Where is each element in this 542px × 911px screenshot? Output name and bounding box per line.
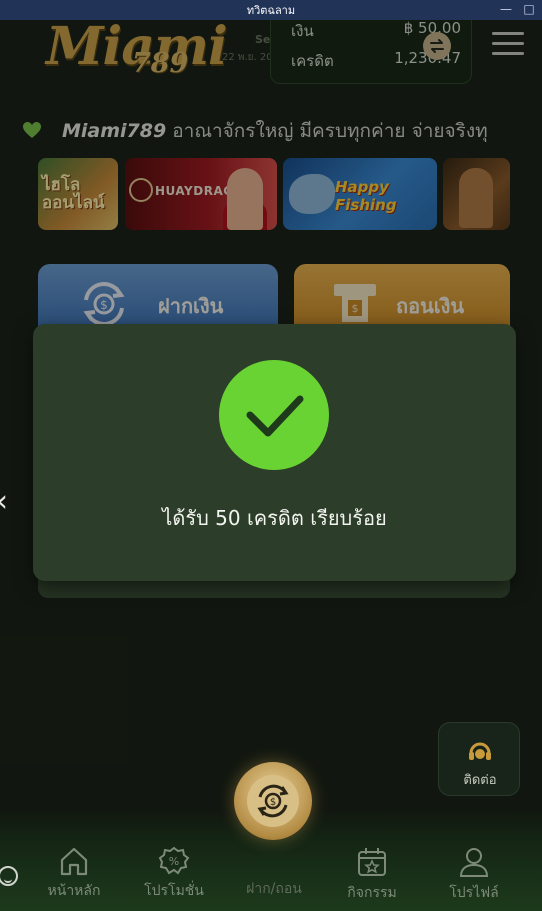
- deposit-withdraw-fab[interactable]: $: [234, 762, 312, 840]
- nav-deposit-withdraw-label: ฝาก/ถอน: [246, 881, 302, 897]
- money-cycle-icon: $: [247, 775, 299, 827]
- nav-deposit-withdraw[interactable]: ฝาก/ถอน: [224, 846, 324, 900]
- nav-activities[interactable]: กิจกรรม: [322, 846, 422, 904]
- window-controls: — □: [499, 1, 536, 17]
- window-titlebar: ทวิตฉลาม — □: [0, 0, 542, 20]
- user-icon: [459, 848, 489, 877]
- svg-text:$: $: [270, 797, 276, 808]
- home-icon: [60, 847, 88, 876]
- app-screen: Miami 789 Sensei 22 พ.ย. 2024 15:31:44 เ…: [0, 20, 542, 911]
- nav-activities-label: กิจกรรม: [347, 885, 397, 901]
- headset-icon: [469, 742, 491, 760]
- window-title: ทวิตฉลาม: [246, 4, 296, 17]
- nav-home-label: หน้าหลัก: [47, 883, 101, 899]
- chevron-left-icon[interactable]: ‹: [0, 484, 8, 519]
- nav-promotions[interactable]: % โปรโมชั่น: [124, 846, 224, 902]
- svg-text:%: %: [169, 855, 179, 868]
- check-icon: [219, 360, 329, 470]
- contact-button[interactable]: ติดต่อ: [438, 722, 520, 796]
- discount-badge-icon: %: [158, 846, 190, 875]
- nav-home[interactable]: หน้าหลัก: [24, 846, 124, 902]
- minimize-icon[interactable]: —: [499, 1, 513, 17]
- nav-promotions-label: โปรโมชั่น: [144, 883, 204, 899]
- success-popup: ได้รับ 50 เครดิต เรียบร้อย: [33, 324, 516, 581]
- contact-label: ติดต่อ: [463, 773, 497, 788]
- maximize-icon[interactable]: □: [522, 1, 536, 17]
- nav-profile[interactable]: โปรไฟล์: [424, 846, 524, 904]
- calendar-star-icon: [358, 848, 386, 876]
- popup-message: ได้รับ 50 เครดิต เรียบร้อย: [162, 506, 387, 530]
- nav-profile-label: โปรไฟล์: [449, 885, 499, 901]
